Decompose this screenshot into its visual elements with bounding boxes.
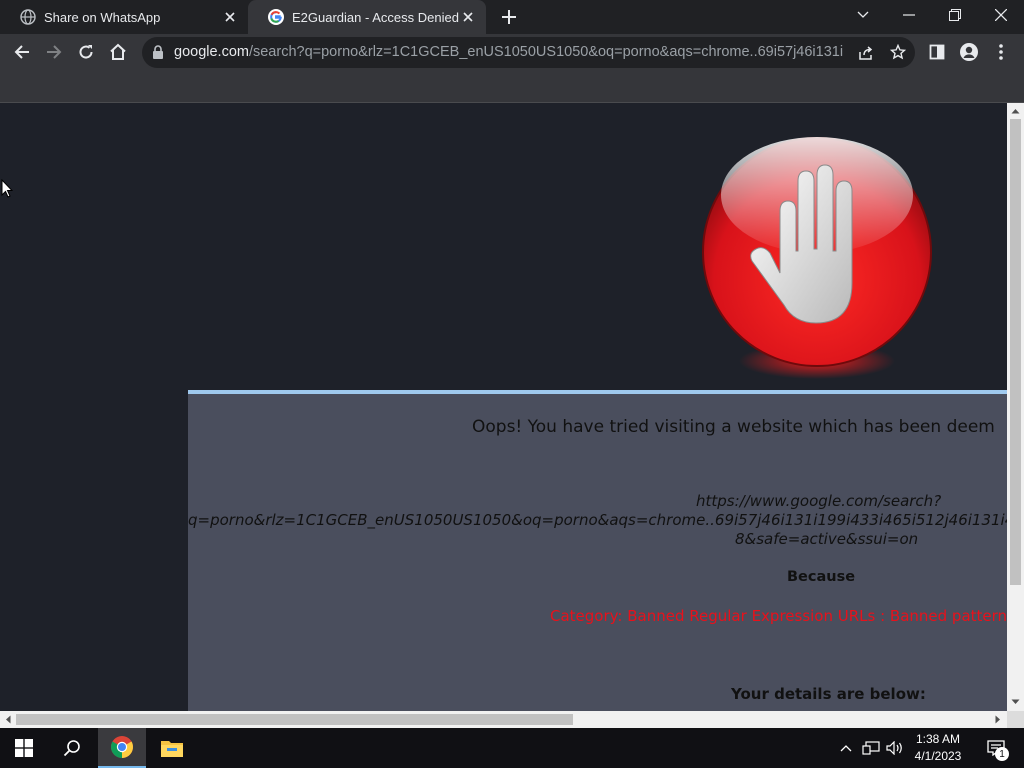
taskbar-chrome[interactable]	[98, 728, 146, 768]
clock-date: 4/1/2023	[914, 749, 962, 763]
lock-icon[interactable]	[152, 45, 164, 59]
speaker-icon	[886, 741, 902, 755]
minimize-button[interactable]	[886, 0, 932, 30]
blocked-url-line-2: q=porno&rlz=1C1GCEB_enUS1050US1050&oq=po…	[188, 511, 1007, 529]
address-bar[interactable]: google.com/search?q=porno&rlz=1C1GCEB_en…	[142, 37, 915, 68]
minimize-icon	[903, 14, 915, 16]
tab-search-button[interactable]	[840, 0, 886, 30]
forward-button[interactable]	[39, 37, 69, 67]
network-icon	[862, 741, 880, 755]
start-button[interactable]	[0, 728, 48, 768]
close-tab-icon[interactable]	[460, 9, 476, 25]
google-icon	[268, 9, 284, 25]
windows-icon	[15, 739, 33, 757]
clock-time: 1:38 AM	[915, 732, 961, 746]
side-panel-button[interactable]	[922, 37, 952, 67]
url-host: google.com	[174, 44, 249, 60]
folder-icon	[161, 741, 183, 757]
clock[interactable]: 1:38 AM 4/1/2023	[908, 728, 968, 768]
because-label: Because	[787, 569, 856, 585]
search-icon	[63, 740, 80, 757]
windows-taskbar: 1:38 AM 4/1/2023 1	[0, 728, 1024, 768]
menu-button[interactable]	[986, 37, 1016, 67]
search-button[interactable]	[48, 728, 96, 768]
blocked-url-line-1: https://www.google.com/search?	[696, 492, 942, 510]
profile-icon	[960, 43, 978, 61]
bookmarks-bar	[0, 71, 1024, 103]
vertical-scrollbar[interactable]	[1007, 103, 1024, 711]
page-title: Oops! You have tried visiting a website …	[472, 417, 995, 437]
plus-icon	[502, 10, 516, 24]
restore-button[interactable]	[932, 0, 978, 30]
scroll-right-icon[interactable]	[995, 715, 1001, 724]
chrome-icon	[111, 736, 133, 758]
arrow-right-icon	[47, 45, 62, 59]
page-content: Oops! You have tried visiting a website …	[0, 103, 1007, 711]
stop-hand-icon	[702, 137, 932, 379]
notifications-button[interactable]: 1	[978, 728, 1014, 768]
back-button[interactable]	[7, 37, 37, 67]
tab-title: Share on WhatsApp	[44, 9, 161, 25]
globe-icon	[20, 9, 36, 25]
profile-button[interactable]	[954, 37, 984, 67]
url-text[interactable]: google.com/search?q=porno&rlz=1C1GCEB_en…	[174, 44, 844, 60]
tab-e2guardian-access-denied[interactable]: E2Guardian - Access Denied	[248, 0, 486, 34]
block-reason: Category: Banned Regular Expression URLs…	[550, 607, 1007, 625]
notification-count-badge: 1	[995, 747, 1009, 761]
blocked-url-line-3: 8&safe=active&ssui=on	[735, 530, 919, 548]
reload-icon	[79, 45, 93, 59]
chevron-up-icon	[840, 745, 852, 752]
scroll-up-icon[interactable]	[1011, 108, 1020, 114]
close-window-button[interactable]	[978, 0, 1024, 30]
side-panel-icon	[929, 44, 945, 60]
network-button[interactable]	[860, 728, 882, 768]
horizontal-scroll-thumb[interactable]	[16, 714, 573, 725]
new-tab-button[interactable]	[498, 6, 520, 28]
access-denied-panel: Oops! You have tried visiting a website …	[188, 390, 1007, 711]
horizontal-scrollbar[interactable]	[0, 711, 1007, 728]
scroll-down-icon[interactable]	[1011, 699, 1020, 705]
browser-toolbar: google.com/search?q=porno&rlz=1C1GCEB_en…	[0, 34, 1024, 71]
tab-strip: Share on WhatsApp E2Guardian - Access De…	[0, 0, 1024, 34]
home-icon	[110, 43, 126, 60]
volume-button[interactable]	[884, 728, 906, 768]
vertical-scroll-thumb[interactable]	[1010, 119, 1021, 585]
reload-button[interactable]	[71, 37, 101, 67]
star-icon[interactable]	[890, 44, 906, 60]
close-icon	[995, 9, 1007, 21]
tab-share-on-whatsapp[interactable]: Share on WhatsApp	[0, 0, 248, 34]
home-button[interactable]	[103, 37, 133, 67]
share-icon[interactable]	[858, 45, 874, 61]
taskbar-file-explorer[interactable]	[148, 728, 196, 768]
scrollbar-corner	[1007, 711, 1024, 728]
show-hidden-icons-button[interactable]	[836, 728, 856, 768]
tab-title: E2Guardian - Access Denied	[292, 9, 459, 25]
close-tab-icon[interactable]	[222, 9, 238, 25]
arrow-left-icon	[14, 45, 29, 59]
restore-icon	[949, 9, 961, 21]
mouse-cursor-icon	[1, 179, 13, 198]
kebab-menu-icon	[999, 44, 1003, 60]
url-path: /search?q=porno&rlz=1C1GCEB_enUS1050US10…	[248, 44, 844, 60]
details-heading: Your details are below:	[731, 685, 926, 703]
scroll-left-icon[interactable]	[5, 715, 11, 724]
chevron-down-icon	[857, 11, 869, 18]
